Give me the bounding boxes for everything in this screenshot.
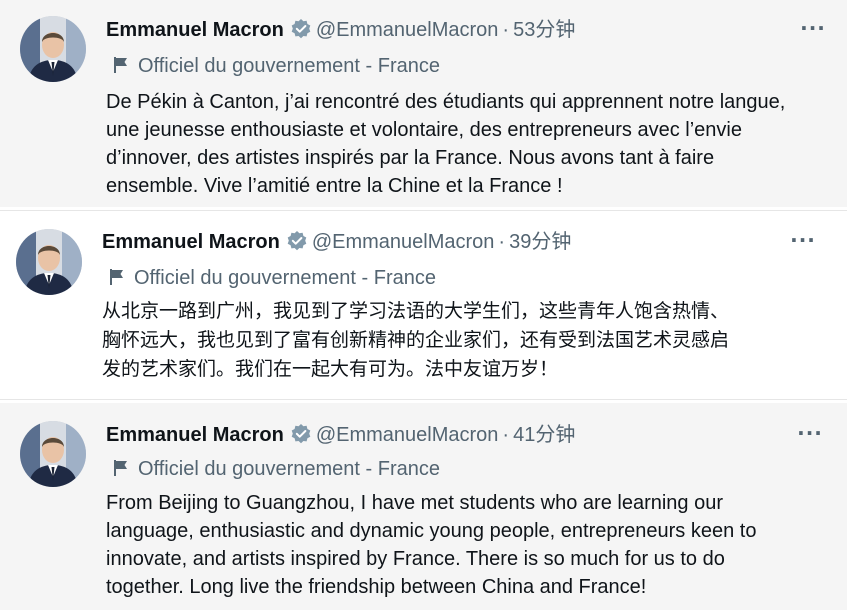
separator: ·	[498, 231, 506, 253]
avatar[interactable]	[20, 421, 86, 487]
tweet-text: De Pékin à Canton, j’ai rencontré des ét…	[106, 91, 786, 197]
affiliation-label[interactable]: Officiel du gouvernement - France	[108, 265, 436, 291]
avatar[interactable]	[16, 229, 82, 295]
avatar[interactable]	[20, 16, 86, 82]
more-options-icon[interactable]: ···	[790, 230, 816, 254]
affiliation-text: Officiel du gouvernement - France	[134, 267, 437, 289]
flag-icon	[108, 267, 126, 285]
tweet-text: From Beijing to Guangzhou, I have met st…	[106, 492, 757, 598]
author-name[interactable]: Emmanuel Macron	[106, 424, 284, 446]
separator: ·	[502, 19, 510, 41]
author-name[interactable]: Emmanuel Macron	[102, 231, 280, 253]
separator: ·	[502, 424, 510, 446]
tweet[interactable]: Emmanuel Macron @EmmanuelMacron · 53分钟 ··· …	[0, 0, 847, 207]
author-handle[interactable]: @EmmanuelMacron	[312, 231, 495, 253]
affiliation-label[interactable]: Officiel du gouvernement - France	[112, 456, 440, 482]
timestamp[interactable]: 53分钟	[513, 19, 575, 41]
flag-icon	[112, 55, 130, 73]
more-options-icon[interactable]: ···	[797, 423, 823, 447]
tweet-header: Emmanuel Macron @EmmanuelMacron · 53分钟	[106, 17, 575, 43]
timestamp[interactable]: 39分钟	[509, 231, 571, 253]
affiliation-text: Officiel du gouvernement - France	[138, 55, 441, 77]
more-options-icon[interactable]: ···	[800, 18, 826, 42]
author-name[interactable]: Emmanuel Macron	[106, 19, 284, 41]
tweet-header: Emmanuel Macron @EmmanuelMacron · 39分钟	[102, 229, 571, 255]
verified-badge-icon	[290, 18, 312, 40]
author-handle[interactable]: @EmmanuelMacron	[316, 424, 499, 446]
flag-icon	[112, 458, 130, 476]
tweet-header: Emmanuel Macron @EmmanuelMacron · 41分钟	[106, 422, 575, 448]
tweet-text: 从北京一路到广州，我见到了学习法语的大学生们，这些青年人饱含热情、 胸怀远大，我…	[102, 300, 730, 380]
verified-badge-icon	[286, 230, 308, 252]
tweet[interactable]: Emmanuel Macron @EmmanuelMacron · 41分钟 ··· …	[0, 403, 847, 610]
affiliation-text: Officiel du gouvernement - France	[138, 458, 441, 480]
timestamp[interactable]: 41分钟	[513, 424, 575, 446]
author-handle[interactable]: @EmmanuelMacron	[316, 19, 499, 41]
verified-badge-icon	[290, 423, 312, 445]
affiliation-label[interactable]: Officiel du gouvernement - France	[112, 53, 440, 79]
